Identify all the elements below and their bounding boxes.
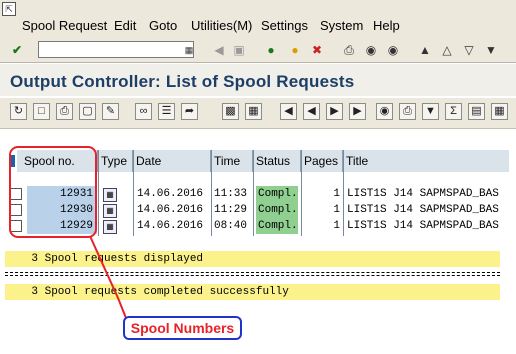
annotation-label: Spool Numbers: [123, 316, 242, 340]
annotation-connector: [89, 235, 127, 319]
